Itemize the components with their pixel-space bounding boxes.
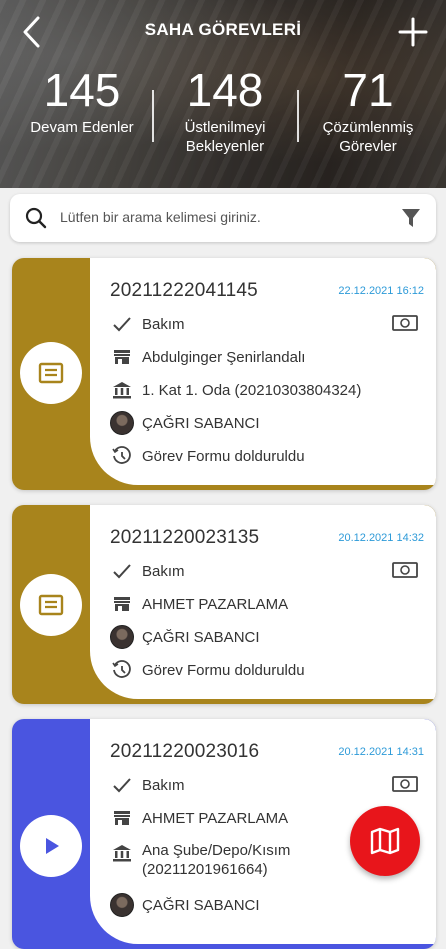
stat-awaiting[interactable]: 148 Üstlenilmeyi Bekleyenler	[155, 62, 295, 156]
task-code: 20211222041145	[110, 280, 258, 301]
stat-label: Devam Edenler	[30, 119, 134, 136]
stat-label: Üstlenilmeyi	[184, 119, 266, 136]
form-icon	[38, 594, 64, 616]
history-icon	[110, 444, 134, 468]
task-assignee: ÇAĞRI SABANCI	[142, 628, 260, 646]
add-task-button[interactable]	[396, 14, 430, 50]
stat-value: 71	[342, 64, 394, 116]
stat-resolved[interactable]: 71 Çözümlenmiş Görevler	[298, 62, 438, 156]
task-location-row: 1. Kat 1. Oda (20210303804324)	[110, 378, 361, 402]
task-location-line: (20211201961664)	[142, 861, 268, 878]
task-location-line: Ana Şube/Depo/Kısım	[142, 842, 291, 859]
search-icon	[25, 207, 47, 229]
store-icon	[110, 345, 134, 369]
task-type: Bakım	[142, 562, 185, 580]
stat-divider	[152, 90, 154, 142]
task-company: Abdulginger Şenirlandalı	[142, 348, 306, 366]
task-date: 20.12.2021 14:32	[338, 532, 424, 544]
form-icon	[38, 362, 64, 384]
task-assignee-row: ÇAĞRI SABANCI	[110, 893, 260, 917]
stat-label: Çözümlenmiş	[322, 119, 414, 136]
task-location: 1. Kat 1. Oda (20210303804324)	[142, 381, 362, 399]
avatar	[110, 893, 134, 917]
stat-label: Bekleyenler	[185, 138, 265, 155]
stat-value: 148	[186, 64, 264, 116]
task-card[interactable]: 20211220023135 20.12.2021 14:32 Bakım AH…	[12, 505, 436, 704]
building-icon	[110, 378, 134, 402]
store-icon	[110, 806, 134, 830]
check-icon	[110, 312, 134, 336]
task-type-row: Bakım	[110, 559, 185, 583]
task-card[interactable]: 20211222041145 22.12.2021 16:12 Bakım Ab…	[12, 258, 436, 490]
avatar	[110, 625, 134, 649]
payment-icon	[392, 315, 418, 331]
payment-icon	[392, 776, 418, 792]
task-status-row: Görev Formu dolduruldu	[110, 658, 305, 682]
task-assignee: ÇAĞRI SABANCI	[142, 414, 260, 432]
avatar	[110, 411, 134, 435]
task-company-row: AHMET PAZARLAMA	[110, 592, 288, 616]
search-input[interactable]: Lütfen bir arama kelimesi giriniz.	[60, 209, 261, 225]
history-icon	[110, 658, 134, 682]
store-icon	[110, 592, 134, 616]
task-date: 20.12.2021 14:31	[338, 746, 424, 758]
task-type: Bakım	[142, 776, 185, 794]
task-company-row: Abdulginger Şenirlandalı	[110, 345, 305, 369]
task-status: Görev Formu dolduruldu	[142, 661, 305, 679]
start-task-button[interactable]	[20, 815, 82, 877]
task-date: 22.12.2021 16:12	[338, 285, 424, 297]
search-bar[interactable]: Lütfen bir arama kelimesi giriniz.	[10, 194, 436, 242]
stat-label: Görevler	[339, 138, 397, 155]
task-code: 20211220023135	[110, 527, 260, 548]
stat-in-progress[interactable]: 145 Devam Edenler	[12, 62, 152, 137]
check-icon	[110, 773, 134, 797]
building-icon	[110, 841, 134, 865]
task-type-row: Bakım	[110, 773, 185, 797]
task-company: AHMET PAZARLAMA	[142, 595, 289, 613]
map-icon	[370, 827, 400, 855]
stats-bar: 145 Devam Edenler 148 Üstlenilmeyi Bekle…	[0, 62, 446, 172]
task-assignee-row: ÇAĞRI SABANCI	[110, 625, 260, 649]
task-location-row: Ana Şube/Depo/Kısım (20211201961664)	[110, 841, 290, 885]
task-status: Görev Formu dolduruldu	[142, 447, 305, 465]
task-company-row: AHMET PAZARLAMA	[110, 806, 288, 830]
page-title: SAHA GÖREVLERİ	[144, 20, 302, 39]
task-type-row: Bakım	[110, 312, 185, 336]
payment-icon	[392, 562, 418, 578]
task-assignee: ÇAĞRI SABANCI	[142, 896, 260, 914]
task-form-button[interactable]	[20, 342, 82, 404]
task-status-row: Görev Formu dolduruldu	[110, 444, 305, 468]
check-icon	[110, 559, 134, 583]
task-code: 20211220023016	[110, 741, 260, 762]
filter-icon[interactable]	[400, 207, 422, 229]
task-company: AHMET PAZARLAMA	[142, 809, 289, 827]
header: SAHA GÖREVLERİ 145 Devam Edenler 148 Üst…	[0, 0, 446, 188]
play-icon	[46, 838, 59, 854]
plus-icon	[398, 17, 428, 47]
task-form-button[interactable]	[20, 574, 82, 636]
map-view-button[interactable]	[350, 806, 420, 876]
task-type: Bakım	[142, 315, 185, 333]
task-assignee-row: ÇAĞRI SABANCI	[110, 411, 260, 435]
stat-value: 145	[43, 64, 121, 116]
